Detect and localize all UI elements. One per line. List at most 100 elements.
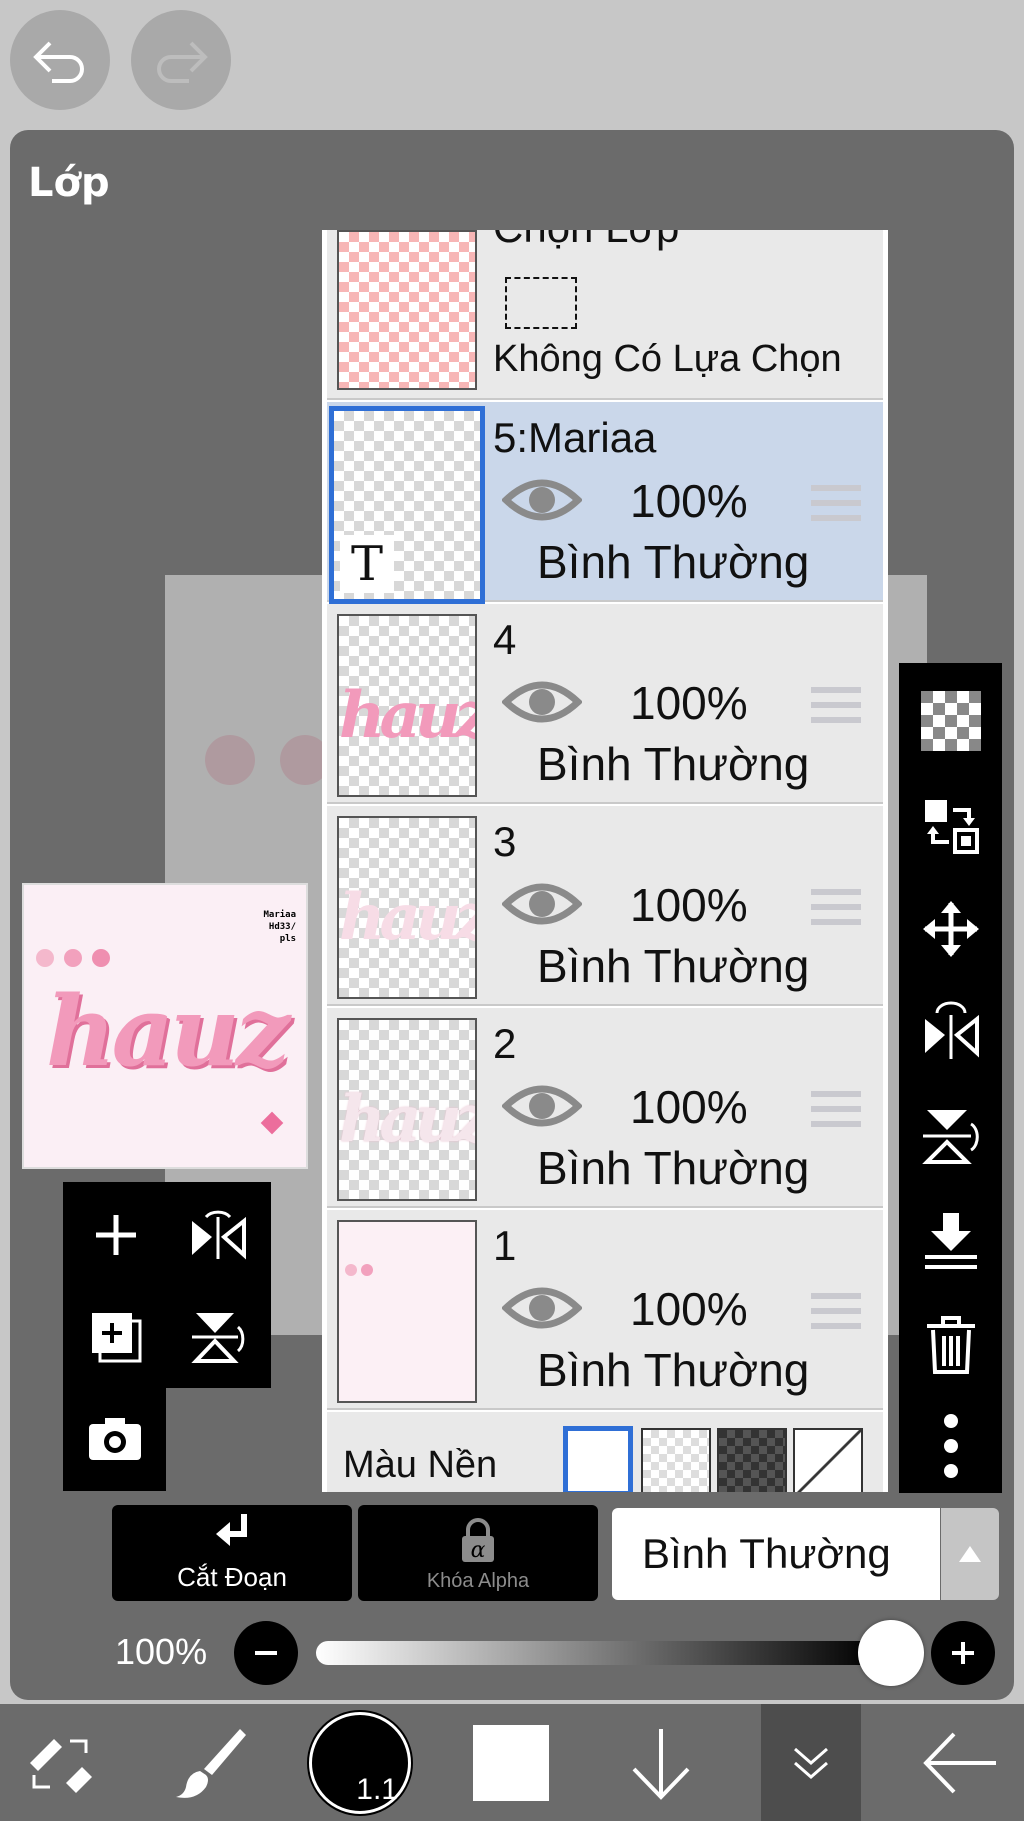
layer-row[interactable]: 1 100% Bình Thường: [327, 1210, 883, 1410]
brush-eraser-swap-icon: [30, 1738, 92, 1793]
layer-blend-mode: Bình Thường: [537, 536, 810, 588]
layer-name: 1: [493, 1222, 517, 1269]
marquee-icon: [505, 277, 577, 329]
move-down-button[interactable]: [606, 1704, 716, 1821]
layer-opacity: 100%: [630, 879, 748, 931]
tool-switch-button[interactable]: [5, 1704, 115, 1821]
redo-button[interactable]: [131, 10, 231, 110]
alpha-lock-button[interactable]: α Khóa Alpha: [358, 1505, 598, 1601]
clipping-button[interactable]: Cắt Đoạn: [112, 1505, 352, 1601]
merge-down-button[interactable]: [913, 1203, 988, 1278]
layer-opacity: 100%: [630, 677, 748, 729]
visibility-eye-icon[interactable]: [502, 1280, 582, 1336]
merge-down-icon: [924, 1212, 977, 1269]
current-color-swatch: [473, 1724, 549, 1801]
layer-row[interactable]: T 5:Mariaa 100% Bình Thường: [327, 402, 883, 604]
left-toolbar: [63, 1182, 271, 1388]
flip-vertical-button[interactable]: [178, 1297, 258, 1377]
opacity-decrease-button[interactable]: [234, 1621, 298, 1685]
background-white-option[interactable]: [563, 1426, 633, 1492]
layer-thumbnail: hauz: [337, 614, 477, 797]
layer-row[interactable]: hauz 3 100% Bình Thường: [327, 806, 883, 1006]
opacity-slider-knob[interactable]: [858, 1620, 924, 1686]
visibility-eye-icon[interactable]: [502, 472, 582, 528]
selection-layer-row[interactable]: Chọn Lớp Không Có Lựa Chọn: [327, 230, 883, 400]
duplicate-layer-icon: [92, 1313, 142, 1363]
flip-vertical-layer-button[interactable]: [913, 1098, 988, 1173]
background-transparent-dark-option[interactable]: [717, 1428, 787, 1492]
opacity-slider[interactable]: [316, 1641, 876, 1665]
layer-blend-mode: Bình Thường: [537, 1344, 810, 1396]
panel-title: Lớp: [28, 160, 110, 206]
clipping-label: Cắt Đoạn: [177, 1562, 287, 1592]
add-layer-button[interactable]: [76, 1195, 156, 1275]
delete-layer-button[interactable]: [913, 1308, 988, 1383]
layer-name: 4: [493, 616, 517, 663]
layer-name: 3: [493, 818, 517, 865]
canvas-thumbnail[interactable]: Mariaa Hd33/ pls hauz: [22, 883, 308, 1169]
background-color-row: Màu Nền: [327, 1412, 883, 1492]
swap-layer-button[interactable]: [913, 788, 988, 863]
flip-vertical-icon: [921, 1109, 979, 1164]
visibility-eye-icon[interactable]: [502, 1078, 582, 1134]
visibility-eye-icon[interactable]: [502, 876, 582, 932]
arrow-left-icon: [923, 1732, 996, 1793]
minus-icon: [255, 1651, 277, 1655]
layer-list[interactable]: Chọn Lớp Không Có Lựa Chọn T 5:Mariaa 10…: [322, 230, 888, 1492]
transparency-button[interactable]: [913, 683, 988, 758]
reorder-handle-icon[interactable]: [811, 1090, 861, 1128]
duplicate-layer-button[interactable]: [76, 1297, 156, 1377]
reorder-handle-icon[interactable]: [811, 888, 861, 926]
layer-row[interactable]: hauz 2 100% Bình Thường: [327, 1008, 883, 1208]
flip-horizontal-layer-button[interactable]: [913, 993, 988, 1068]
reorder-handle-icon[interactable]: [811, 1292, 861, 1330]
camera-icon: [89, 1418, 141, 1460]
svg-text:α: α: [471, 1538, 486, 1563]
brush-button[interactable]: [155, 1704, 265, 1821]
clipping-arrow-icon: [216, 1514, 247, 1546]
camera-button[interactable]: [75, 1398, 155, 1478]
layer-name: 2: [493, 1020, 517, 1067]
layer-name: 5:Mariaa: [493, 414, 657, 461]
layer-opacity: 100%: [630, 475, 748, 527]
blend-mode-select[interactable]: Bình Thường: [612, 1508, 940, 1600]
brush-icon: [176, 1728, 246, 1798]
layers-button[interactable]: [761, 1704, 861, 1821]
watermark-line-3: pls: [279, 934, 296, 944]
undo-button[interactable]: [10, 10, 110, 110]
background-transparent-light-option[interactable]: [641, 1428, 711, 1492]
reorder-handle-icon[interactable]: [811, 484, 861, 522]
more-options-button[interactable]: [913, 1408, 988, 1483]
triangle-up-icon: [959, 1546, 981, 1562]
background-label: Màu Nền: [343, 1444, 498, 1486]
opacity-increase-button[interactable]: [931, 1621, 995, 1685]
move-button[interactable]: [913, 891, 988, 966]
brush-size-button[interactable]: 1.1: [305, 1704, 415, 1821]
undo-icon: [33, 41, 84, 83]
background-none-option[interactable]: [793, 1428, 863, 1492]
selection-thumbnail: [337, 230, 477, 390]
color-button[interactable]: [456, 1704, 566, 1821]
reorder-handle-icon[interactable]: [811, 686, 861, 724]
right-toolbar: [899, 663, 1002, 1493]
double-chevron-down-icon: [794, 1747, 828, 1779]
layer-blend-mode: Bình Thường: [537, 1142, 810, 1194]
trash-icon: [926, 1315, 975, 1374]
layer-thumbnail: hauz: [337, 1018, 477, 1201]
text-layer-marker: T: [340, 535, 394, 593]
arrow-down-icon: [632, 1728, 690, 1800]
back-button[interactable]: [905, 1704, 1015, 1821]
layer-opacity: 100%: [630, 1081, 748, 1133]
thumbnail-art-text: hauz: [46, 975, 290, 1088]
visibility-eye-icon[interactable]: [502, 674, 582, 730]
layer-thumbnail: [337, 1220, 477, 1403]
checkerboard-icon: [920, 690, 981, 751]
move-arrows-icon: [922, 900, 979, 957]
alpha-lock-label: Khóa Alpha: [426, 1570, 530, 1592]
watermark-line-2: Hd33/: [268, 922, 296, 932]
layer-row[interactable]: hauz 4 100% Bình Thường: [327, 604, 883, 804]
blend-mode-dropdown-button[interactable]: [941, 1508, 999, 1600]
camera-tool-area: [63, 1388, 166, 1491]
flip-horizontal-button[interactable]: [178, 1195, 258, 1275]
brush-size-circle: 1.1: [309, 1711, 411, 1814]
